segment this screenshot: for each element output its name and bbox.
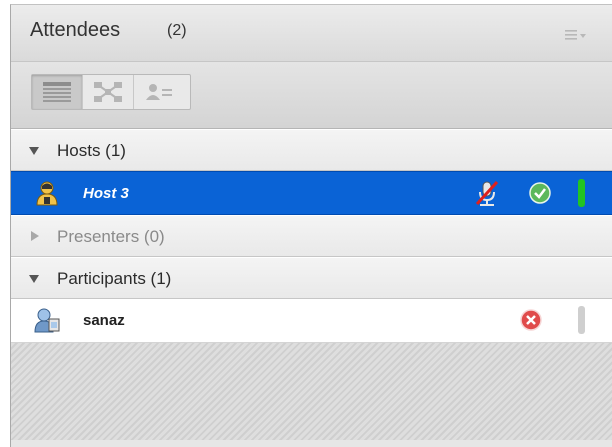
activity-indicator [578,306,585,334]
expand-triangle-icon[interactable] [29,147,39,155]
pod-options-menu-icon[interactable] [565,29,587,43]
view-mode-group [31,74,191,110]
section-hosts[interactable]: Hosts (1) [11,129,612,171]
attendees-pod: Attendees (2) Hosts (1) Host 3 Presenter… [10,4,612,447]
attendee-count: (2) [167,22,187,39]
collapse-triangle-icon[interactable] [31,231,39,241]
agree-check-icon [529,182,551,204]
activity-indicator [578,179,585,207]
empty-list-area [11,343,612,440]
disagree-x-icon [520,309,542,331]
attendee-row-host[interactable]: Host 3 [11,171,612,215]
list-view-icon [43,82,71,102]
breakout-view-icon [94,82,122,102]
status-view-icon [146,84,172,100]
attendee-row-participant[interactable]: sanaz [11,299,612,343]
microphone-muted-icon[interactable] [474,179,500,207]
section-hosts-label: Hosts (1) [57,141,126,160]
pod-title: Attendees [30,19,121,41]
section-participants[interactable]: Participants (1) [11,257,612,299]
participant-avatar-icon [34,308,60,333]
pod-header: Attendees (2) [11,5,612,62]
section-participants-label: Participants (1) [57,269,172,288]
host-avatar-icon [36,181,58,206]
section-presenters[interactable]: Presenters (0) [11,215,612,257]
view-toolbar [11,62,612,129]
section-presenters-label: Presenters (0) [57,227,165,246]
expand-triangle-icon[interactable] [29,275,39,283]
status-view-button[interactable] [134,75,184,109]
attendee-name: sanaz [83,312,125,329]
attendee-name: Host 3 [83,185,129,202]
list-view-button[interactable] [32,75,83,109]
breakout-view-button[interactable] [83,75,134,109]
